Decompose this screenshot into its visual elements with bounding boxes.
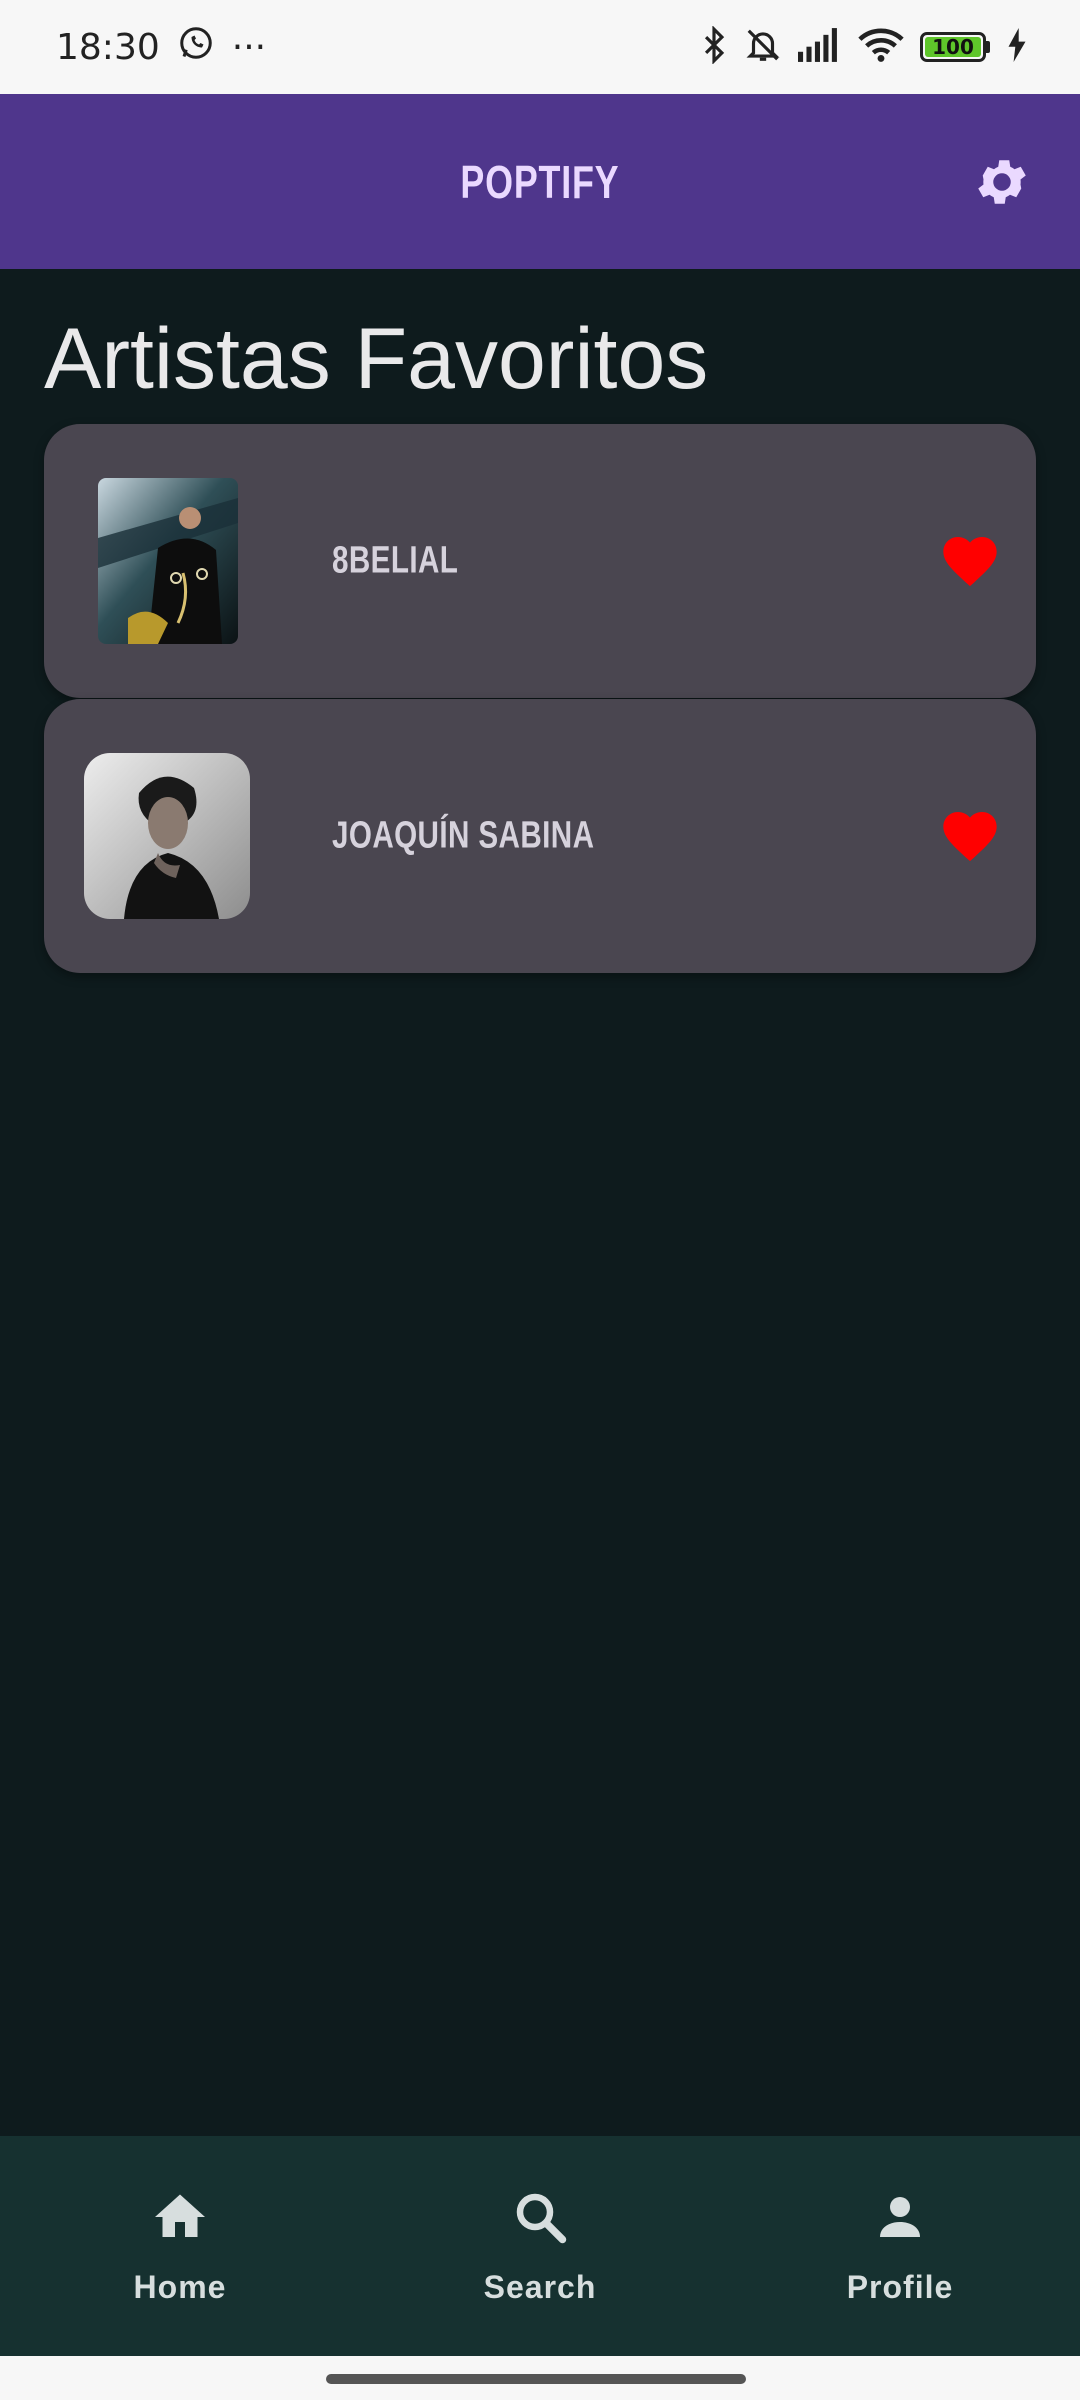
nav-profile[interactable]: Profile (760, 2187, 1040, 2306)
app-title: POPTIFY (460, 155, 620, 208)
more-notifications-icon: ··· (231, 26, 267, 68)
settings-button[interactable] (964, 144, 1040, 220)
favorite-toggle-button[interactable] (938, 804, 1002, 868)
home-icon (155, 2194, 205, 2237)
gear-icon (978, 159, 1026, 204)
artist-name: JOAQUÍN SABINA (332, 814, 595, 857)
battery-body: 100 (920, 32, 986, 62)
nav-search-label: Search (483, 2268, 597, 2305)
battery-tip (986, 41, 990, 53)
wifi-icon (858, 27, 904, 67)
charging-icon (1006, 28, 1028, 66)
battery-level: 100 (932, 35, 974, 59)
home-gesture-handle[interactable] (326, 2374, 746, 2384)
gesture-bar (0, 2356, 1080, 2400)
favorite-artist-card[interactable]: 8BELIAL (44, 424, 1036, 698)
nav-home[interactable]: Home (40, 2187, 320, 2306)
artist-photo (98, 478, 238, 644)
artist-name: 8BELIAL (332, 539, 459, 582)
status-left: 18:30 ··· (56, 25, 266, 70)
status-bar: 18:30 ··· 100 (0, 0, 1080, 94)
favorite-artist-card[interactable]: JOAQUÍN SABINA (44, 699, 1036, 973)
bottom-navigation: Home Search Profile (0, 2136, 1080, 2356)
nav-search[interactable]: Search (400, 2187, 680, 2306)
status-right: 100 (700, 25, 1028, 68)
whatsapp-icon (178, 25, 214, 70)
nav-profile-label: Profile (846, 2268, 954, 2305)
signal-icon (798, 28, 842, 66)
favorite-toggle-button[interactable] (938, 529, 1002, 593)
battery-icon: 100 (920, 32, 990, 62)
search-icon (516, 2193, 567, 2243)
person-icon (880, 2196, 920, 2237)
bluetooth-icon (700, 25, 728, 68)
nav-home-label: Home (133, 2268, 227, 2305)
heart-icon (943, 537, 997, 587)
page-title: Artistas Favoritos (44, 311, 709, 407)
status-time: 18:30 (56, 26, 160, 68)
app-bar: POPTIFY (0, 94, 1080, 269)
artist-photo (84, 753, 250, 919)
bell-off-icon (744, 26, 782, 68)
heart-icon (943, 812, 997, 862)
